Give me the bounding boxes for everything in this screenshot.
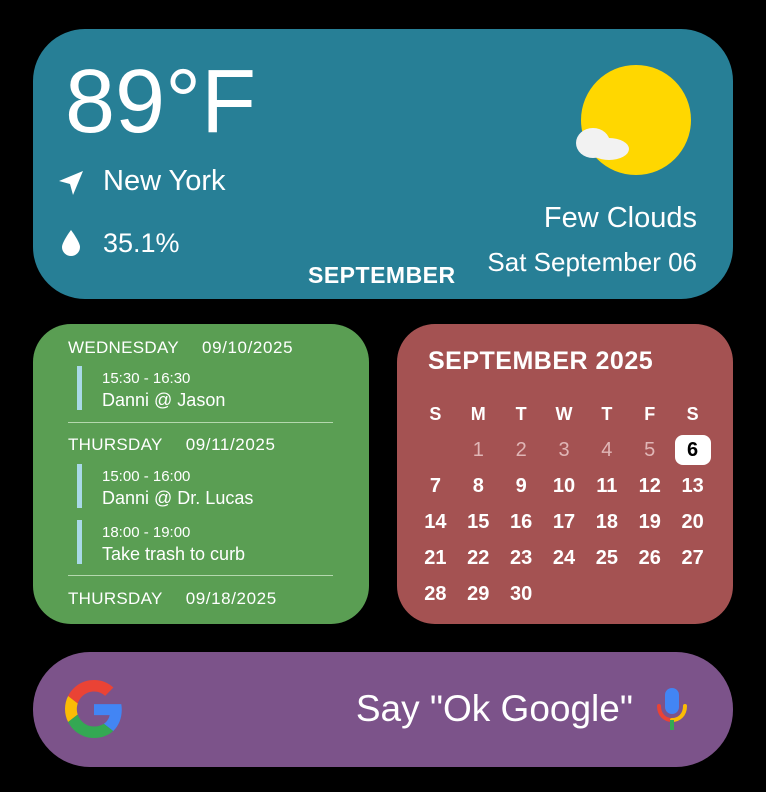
divider — [68, 422, 333, 423]
calendar-day[interactable]: 17 — [543, 504, 586, 540]
temperature: 89°F — [65, 52, 257, 152]
humidity-value: 35.1% — [103, 228, 180, 258]
event-title: Take trash to curb — [102, 544, 246, 564]
weekday-label: M — [470, 404, 486, 424]
calendar-day[interactable]: 4 — [585, 432, 628, 468]
event-color-bar — [77, 464, 82, 508]
weather-widget[interactable]: 89°F New York 35.1% Few Clouds Sat Septe… — [33, 29, 733, 299]
weekday-label: S — [686, 404, 699, 424]
calendar-day[interactable]: 5 — [628, 432, 671, 468]
weekday-header-row: S M T W T F S — [414, 396, 714, 432]
calendar-day[interactable]: 13 — [671, 468, 714, 504]
weekday-label: S — [429, 404, 442, 424]
calendar-day[interactable]: 27 — [671, 540, 714, 576]
calendar-empty-cell — [543, 576, 586, 612]
weekday-label: F — [644, 404, 656, 424]
calendar-day[interactable]: 22 — [457, 540, 500, 576]
calendar-day[interactable]: 7 — [414, 468, 457, 504]
agenda-widget[interactable]: WEDNESDAY 09/10/2025 15:30 - 16:30 Danni… — [33, 324, 369, 624]
calendar-empty-cell — [628, 576, 671, 612]
calendar-week-row: 123456 — [414, 432, 714, 468]
calendar-grid: S M T W T F S 1 2 3 4 5 6 7 8 9 10 11 12 13 14 15 16 17 1… — [414, 396, 714, 612]
water-drop-icon — [62, 230, 80, 256]
calendar-day[interactable]: 8 — [457, 468, 500, 504]
calendar-day[interactable]: 30 — [500, 576, 543, 612]
calendar-day[interactable]: 28 — [414, 576, 457, 612]
event-time: 18:00 - 19:00 — [102, 524, 191, 541]
weather-condition: Few Clouds — [543, 202, 697, 234]
calendar-day[interactable]: 23 — [500, 540, 543, 576]
location-name: New York — [103, 165, 226, 197]
calendar-empty-cell — [671, 576, 714, 612]
calendar-empty-cell — [585, 576, 628, 612]
calendar-day[interactable]: 19 — [628, 504, 671, 540]
event-title: Danni @ Jason — [102, 390, 226, 410]
calendar-day[interactable]: 25 — [585, 540, 628, 576]
calendar-widget[interactable]: SEPTEMBER 2025 S M T W T F S 1 2 3 4 5 6 7 8 9 10… — [397, 324, 733, 624]
month-label: SEPTEMBER — [308, 262, 456, 288]
divider — [68, 575, 333, 576]
day-date: 09/18/2025 — [185, 589, 277, 608]
agenda-day-header: THURSDAY 09/18/2025 — [68, 589, 277, 609]
calendar-day[interactable]: 16 — [500, 504, 543, 540]
day-name: THURSDAY — [68, 435, 163, 454]
calendar-day[interactable]: 2 — [500, 432, 543, 468]
calendar-day-today[interactable]: 6 — [671, 432, 714, 468]
calendar-week-row: 21 22 23 24 25 26 27 — [414, 540, 714, 576]
calendar-day[interactable]: 14 — [414, 504, 457, 540]
search-prompt: Say "Ok Google" — [355, 688, 633, 729]
day-date: 09/11/2025 — [185, 435, 276, 454]
weekday-label: W — [555, 404, 573, 424]
calendar-week-row: 7 8 9 10 11 12 13 — [414, 468, 714, 504]
calendar-day[interactable]: 21 — [414, 540, 457, 576]
calendar-day[interactable]: 10 — [543, 468, 586, 504]
calendar-day[interactable]: 18 — [585, 504, 628, 540]
calendar-day[interactable]: 9 — [500, 468, 543, 504]
calendar-day[interactable]: 11 — [585, 468, 628, 504]
event-time: 15:00 - 16:00 — [102, 468, 191, 485]
calendar-day[interactable]: 15 — [457, 504, 500, 540]
calendar-day[interactable]: 24 — [543, 540, 586, 576]
event-time: 15:30 - 16:30 — [102, 370, 191, 387]
current-date: Sat September 06 — [487, 247, 697, 277]
microphone-icon[interactable] — [655, 686, 689, 732]
calendar-day[interactable]: 3 — [543, 432, 586, 468]
event-color-bar — [77, 366, 82, 410]
calendar-empty-cell — [414, 432, 457, 468]
calendar-day[interactable]: 20 — [671, 504, 714, 540]
day-name: THURSDAY — [68, 589, 163, 608]
day-date: 09/10/2025 — [202, 338, 294, 357]
calendar-day[interactable]: 26 — [628, 540, 671, 576]
calendar-day[interactable]: 29 — [457, 576, 500, 612]
day-name: WEDNESDAY — [68, 338, 180, 357]
calendar-weeks: 1 2 3 4 5 6 7 8 9 10 11 12 13 14 15 16 17 18 19 20 21 22 23 24 2… — [414, 432, 714, 612]
navigation-arrow-icon — [59, 171, 83, 195]
today-marker: 6 — [674, 435, 711, 465]
cloud-icon — [576, 128, 629, 160]
agenda-day-header: WEDNESDAY 09/10/2025 — [68, 338, 293, 358]
calendar-title: SEPTEMBER 2025 — [428, 347, 654, 375]
agenda-day-header: THURSDAY 09/11/2025 — [68, 435, 276, 455]
event-title: Danni @ Dr. Lucas — [102, 488, 254, 508]
google-g-icon — [65, 680, 122, 738]
calendar-day[interactable]: 1 — [457, 432, 500, 468]
calendar-week-row: 14 15 16 17 18 19 20 — [414, 504, 714, 540]
event-color-bar — [77, 520, 82, 564]
google-search-bar[interactable]: Say "Ok Google" — [33, 652, 733, 767]
weekday-label: T — [515, 404, 527, 424]
calendar-week-row: 28 29 30 — [414, 576, 714, 612]
calendar-day[interactable]: 12 — [628, 468, 671, 504]
weekday-label: T — [601, 404, 613, 424]
